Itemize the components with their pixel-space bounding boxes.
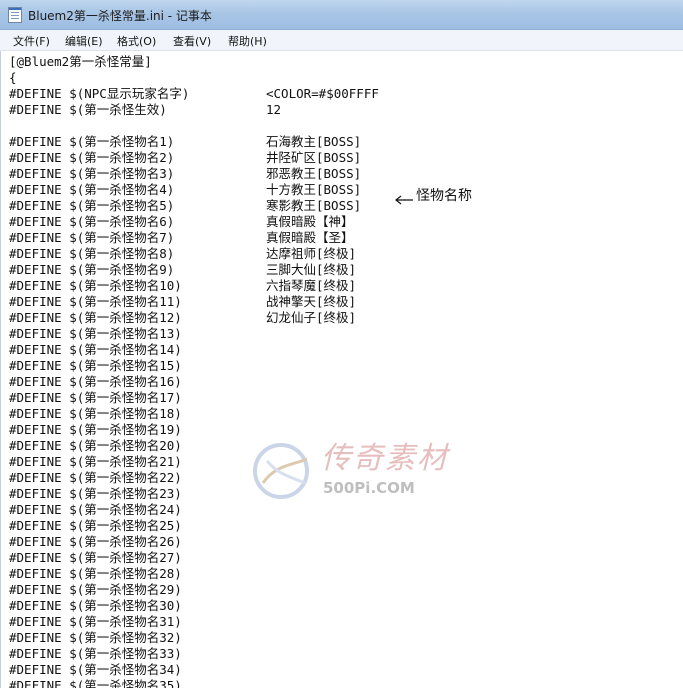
title-bar: Bluem2第一杀怪常量.ini - 记事本 (0, 0, 683, 30)
editor-line: #DEFINE $(第一杀怪物名31) (9, 614, 182, 629)
annotation-text: 怪物名称 (416, 187, 472, 204)
editor-line-value: 战神擎天[终极] (266, 294, 357, 309)
editor-line: #DEFINE $(第一杀怪物名19) (9, 422, 182, 437)
editor-line: #DEFINE $(第一杀怪生效) (9, 102, 167, 117)
editor-line-value: 邪恶教王[BOSS] (266, 166, 362, 181)
editor-line: #DEFINE $(第一杀怪物名29) (9, 582, 182, 597)
editor-line-value: 达摩祖师[终极] (266, 246, 357, 261)
editor-line-value: 六指琴魔[终极] (266, 278, 357, 293)
editor-line: #DEFINE $(第一杀怪物名24) (9, 502, 182, 517)
editor-line-value: 真假暗殿【圣】 (266, 230, 354, 245)
text-editor-area[interactable]: 怪物名称 传奇素材 500Pi.COM [@Bluem2第一杀怪常量]{#DEF… (0, 51, 683, 688)
editor-line: #DEFINE $(第一杀怪物名1) (9, 134, 175, 149)
editor-line: #DEFINE $(第一杀怪物名21) (9, 454, 182, 469)
editor-line: #DEFINE $(第一杀怪物名12) (9, 310, 182, 325)
editor-line: #DEFINE $(第一杀怪物名2) (9, 150, 175, 165)
editor-line: #DEFINE $(第一杀怪物名28) (9, 566, 182, 581)
watermark-text: 传奇素材 (321, 441, 449, 476)
editor-line-value: 三脚大仙[终极] (266, 262, 357, 277)
editor-line-value: 寒影教王[BOSS] (266, 198, 362, 213)
editor-line: #DEFINE $(第一杀怪物名11) (9, 294, 182, 309)
editor-line-value: 幻龙仙子[终极] (266, 310, 357, 325)
editor-line: #DEFINE $(第一杀怪物名7) (9, 230, 175, 245)
editor-line: #DEFINE $(第一杀怪物名26) (9, 534, 182, 549)
editor-line: #DEFINE $(第一杀怪物名30) (9, 598, 182, 613)
editor-line: #DEFINE $(第一杀怪物名6) (9, 214, 175, 229)
editor-line: #DEFINE $(第一杀怪物名10) (9, 278, 182, 293)
editor-line: #DEFINE $(第一杀怪物名8) (9, 246, 175, 261)
editor-line: #DEFINE $(第一杀怪物名35) (9, 678, 182, 688)
editor-line: #DEFINE $(第一杀怪物名15) (9, 358, 182, 373)
editor-line-value: <COLOR=#$00FFFF (266, 86, 379, 101)
editor-line: #DEFINE $(第一杀怪物名9) (9, 262, 175, 277)
editor-line: #DEFINE $(第一杀怪物名14) (9, 342, 182, 357)
annotation: 怪物名称 (394, 184, 472, 204)
editor-line: #DEFINE $(第一杀怪物名17) (9, 390, 182, 405)
menu-view[interactable]: 查看(V) (173, 33, 211, 49)
watermark-subtext: 500Pi.COM (323, 479, 415, 497)
editor-line-value: 十方教王[BOSS] (266, 182, 362, 197)
menu-file[interactable]: 文件(F) (13, 33, 50, 49)
editor-line: #DEFINE $(第一杀怪物名3) (9, 166, 175, 181)
editor-line: #DEFINE $(第一杀怪物名32) (9, 630, 182, 645)
editor-line: #DEFINE $(第一杀怪物名22) (9, 470, 182, 485)
window-title: Bluem2第一杀怪常量.ini - 记事本 (28, 9, 212, 23)
editor-line: #DEFINE $(第一杀怪物名34) (9, 662, 182, 677)
editor-line: #DEFINE $(NPC显示玩家名字) (9, 86, 190, 101)
editor-line: { (9, 70, 17, 85)
menu-format[interactable]: 格式(O) (117, 33, 156, 49)
editor-line-value: 石海教主[BOSS] (266, 134, 362, 149)
notepad-icon[interactable] (8, 7, 22, 23)
menu-bar: 文件(F) 编辑(E) 格式(O) 查看(V) 帮助(H) (0, 30, 683, 51)
editor-line-value: 12 (266, 102, 282, 117)
editor-line-value: 真假暗殿【神】 (266, 214, 354, 229)
editor-line-value: 井陉矿区[BOSS] (266, 150, 362, 165)
editor-line: #DEFINE $(第一杀怪物名27) (9, 550, 182, 565)
editor-line: #DEFINE $(第一杀怪物名4) (9, 182, 175, 197)
editor-line: #DEFINE $(第一杀怪物名33) (9, 646, 182, 661)
editor-line: #DEFINE $(第一杀怪物名16) (9, 374, 182, 389)
left-arrow-icon (394, 190, 414, 204)
editor-line: #DEFINE $(第一杀怪物名18) (9, 406, 182, 421)
editor-line: #DEFINE $(第一杀怪物名23) (9, 486, 182, 501)
menu-edit[interactable]: 编辑(E) (65, 33, 103, 49)
menu-help[interactable]: 帮助(H) (228, 33, 267, 49)
editor-line: #DEFINE $(第一杀怪物名20) (9, 438, 182, 453)
editor-line: [@Bluem2第一杀怪常量] (9, 54, 152, 69)
editor-line: #DEFINE $(第一杀怪物名25) (9, 518, 182, 533)
watermark: 传奇素材 500Pi.COM (249, 431, 449, 511)
editor-line: #DEFINE $(第一杀怪物名5) (9, 198, 175, 213)
editor-line: #DEFINE $(第一杀怪物名13) (9, 326, 182, 341)
